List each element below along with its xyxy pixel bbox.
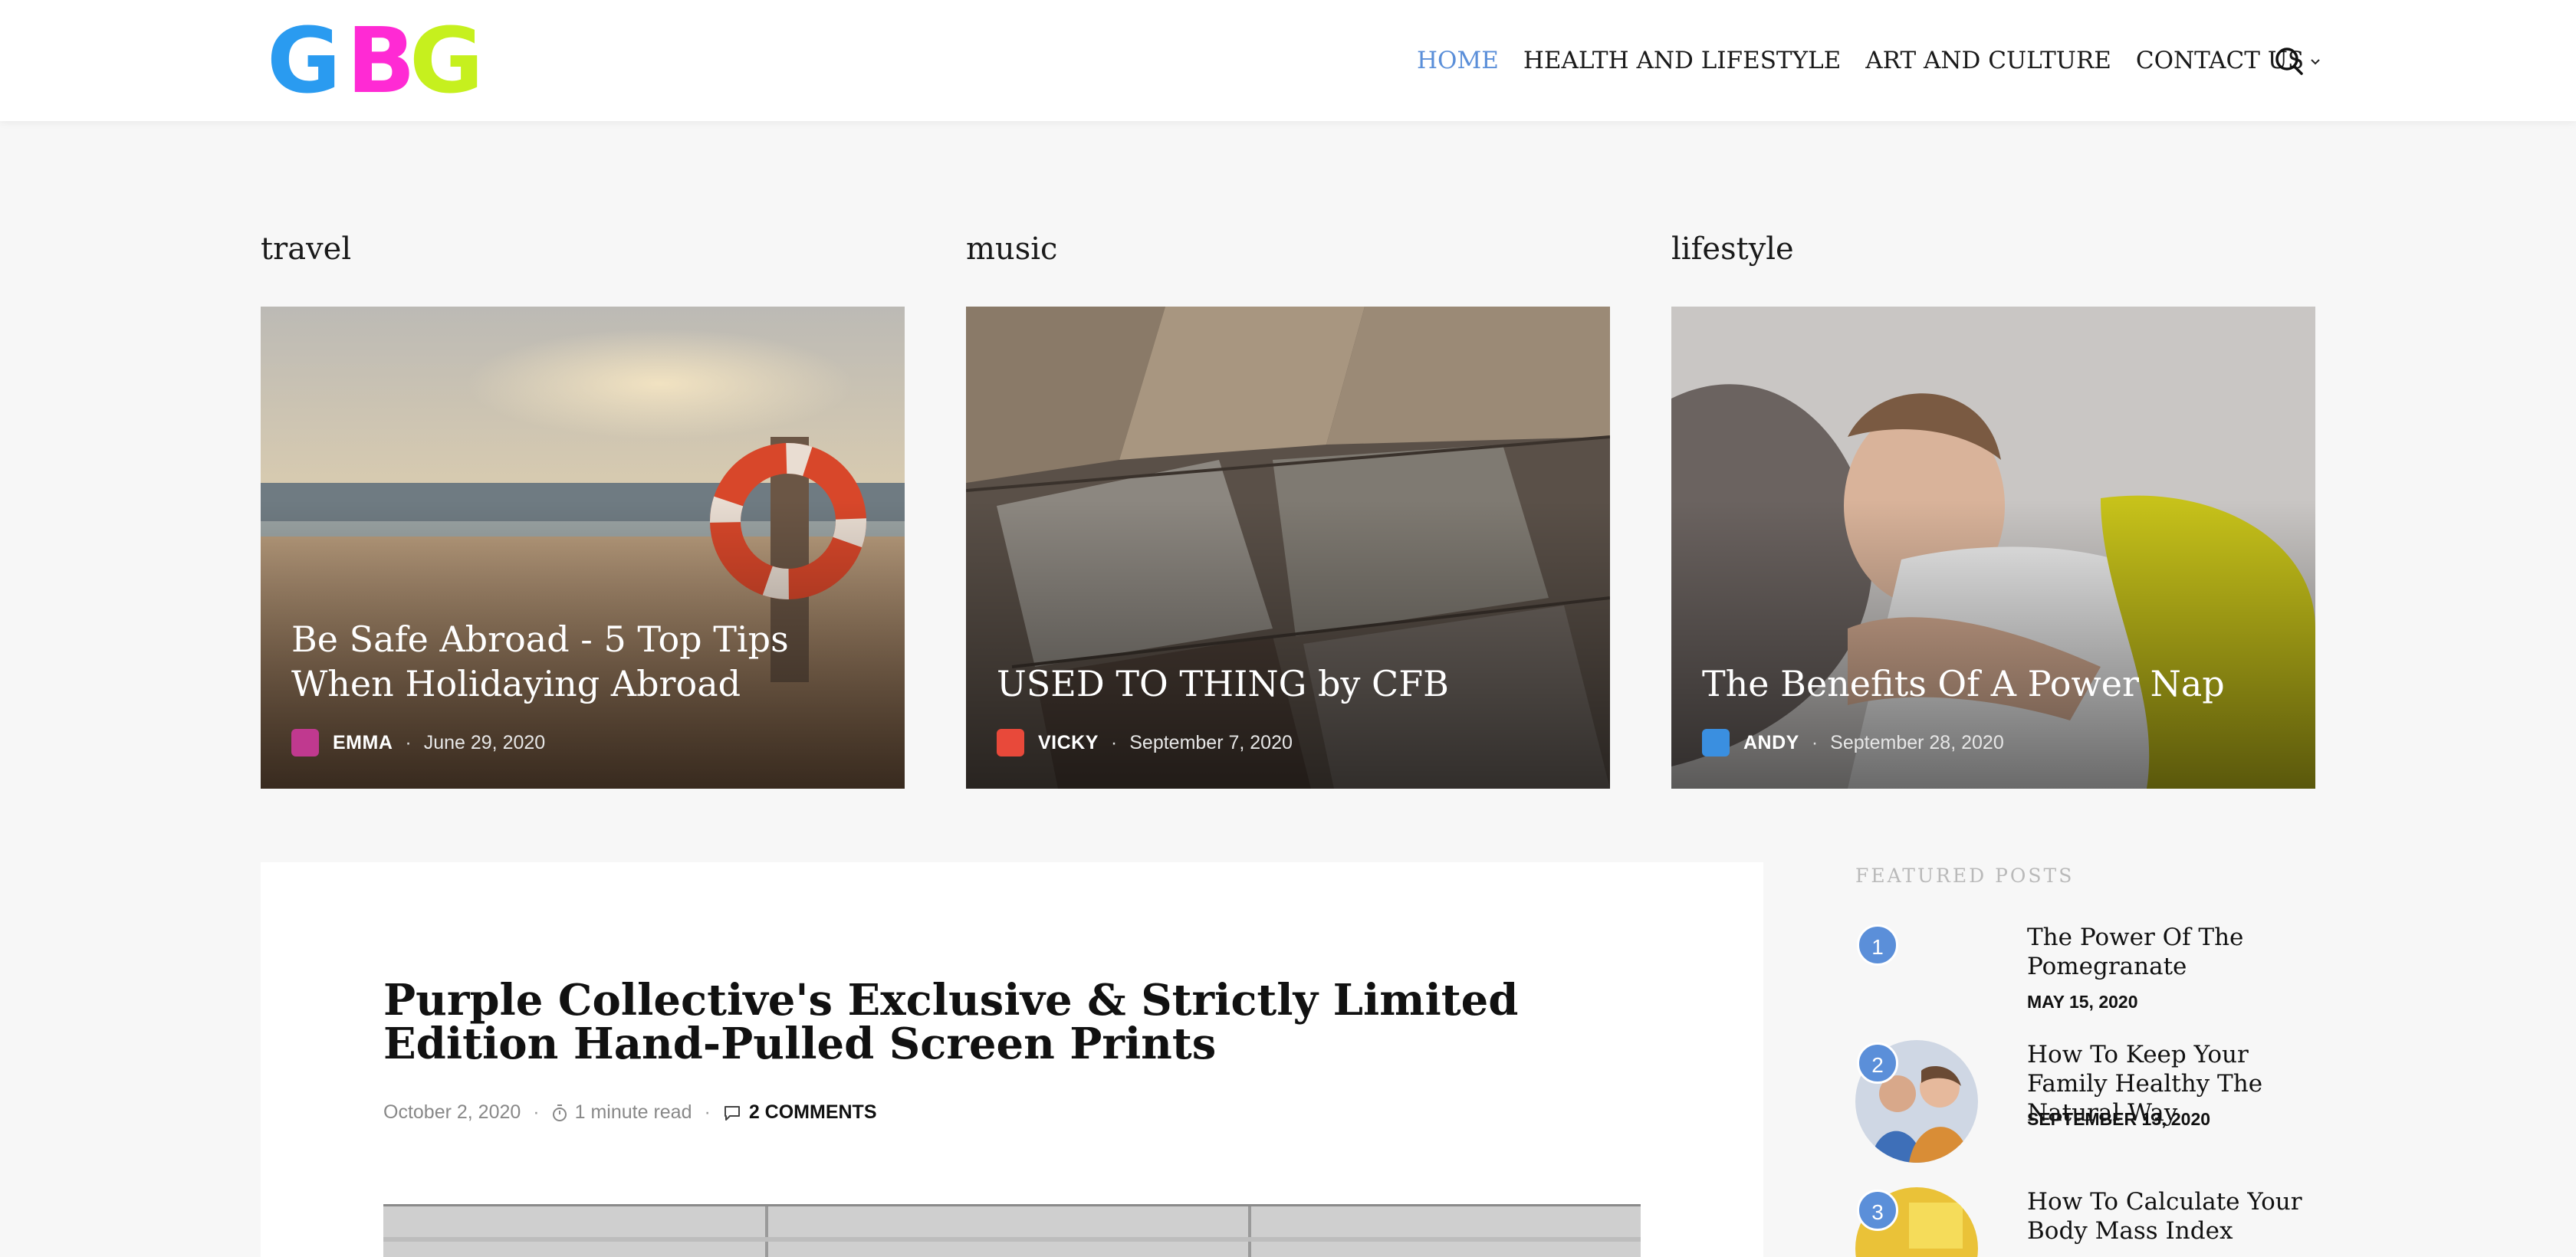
post-date: September 28, 2020 (1830, 731, 2004, 753)
stopwatch-icon (552, 1104, 567, 1121)
article-meta: October 2, 2020 · 1 minute read · 2 COMM… (383, 1101, 877, 1124)
category-label-lifestyle[interactable]: lifestyle (1671, 231, 1794, 267)
article-card: Purple Collective's Exclusive & Strictly… (261, 862, 1763, 1257)
avatar[interactable] (1702, 729, 1730, 756)
search-button[interactable] (2272, 44, 2306, 78)
article-date: October 2, 2020 (383, 1101, 521, 1123)
nav-home[interactable]: HOME (1417, 47, 1499, 74)
post-card-music[interactable]: USED TO THING by CFB VICKY · September 7… (966, 307, 1610, 789)
featured-posts-heading: FEATURED POSTS (1855, 865, 2075, 887)
post-meta: EMMA · June 29, 2020 (291, 729, 545, 756)
nav-art-and-culture[interactable]: ART AND CULTURE (1865, 47, 2111, 74)
post-date: June 29, 2020 (423, 731, 546, 753)
featured-post-title[interactable]: How To Calculate Your Body Mass Index (2027, 1187, 2334, 1246)
category-label-travel[interactable]: travel (261, 231, 351, 267)
post-card-lifestyle[interactable]: The Benefits Of A Power Nap ANDY · Septe… (1671, 307, 2315, 789)
post-date: September 7, 2020 (1129, 731, 1293, 753)
site-header: G B G HOME HEALTH AND LIFESTYLE ART AND … (0, 0, 2576, 121)
main-nav: HOME HEALTH AND LIFESTYLE ART AND CULTUR… (1417, 0, 2345, 121)
article-title[interactable]: Purple Collective's Exclusive & Strictly… (383, 979, 1656, 1066)
featured-post-title[interactable]: The Power Of The Pomegranate (2027, 923, 2334, 981)
avatar[interactable] (291, 729, 319, 756)
comments-link[interactable]: 2 COMMENTS (749, 1101, 877, 1124)
logo-letter-g: G (267, 8, 341, 113)
logo-letter-b: B (347, 8, 416, 113)
post-meta: VICKY · September 7, 2020 (997, 729, 1293, 756)
nav-health-and-lifestyle[interactable]: HEALTH AND LIFESTYLE (1523, 47, 1841, 74)
comment-icon (724, 1105, 740, 1121)
post-title[interactable]: The Benefits Of A Power Nap (1702, 661, 2285, 706)
featured-post-number: 2 (1857, 1042, 1898, 1084)
author-name[interactable]: ANDY (1743, 732, 1799, 754)
search-icon (2275, 48, 2303, 75)
avatar[interactable] (997, 729, 1024, 756)
featured-post-number: 3 (1857, 1190, 1898, 1231)
author-name[interactable]: EMMA (333, 732, 393, 754)
author-name[interactable]: VICKY (1038, 732, 1099, 754)
read-time: 1 minute read (574, 1101, 692, 1123)
chevron-down-icon (2311, 58, 2320, 64)
featured-post-date: MAY 15, 2020 (2027, 992, 2138, 1012)
site-logo[interactable]: G B G (264, 14, 501, 107)
post-title[interactable]: USED TO THING by CFB (997, 661, 1579, 706)
category-label-music[interactable]: music (966, 231, 1057, 267)
featured-post-date: SEPTEMBER 13, 2020 (2027, 1109, 2211, 1129)
featured-post-number: 1 (1857, 924, 1898, 966)
logo-letter-g2: G (409, 8, 484, 113)
post-card-travel[interactable]: Be Safe Abroad - 5 Top Tips When Holiday… (261, 307, 905, 789)
article-featured-image[interactable] (383, 1204, 1641, 1257)
post-title[interactable]: Be Safe Abroad - 5 Top Tips When Holiday… (291, 617, 874, 706)
post-meta: ANDY · September 28, 2020 (1702, 729, 2004, 756)
